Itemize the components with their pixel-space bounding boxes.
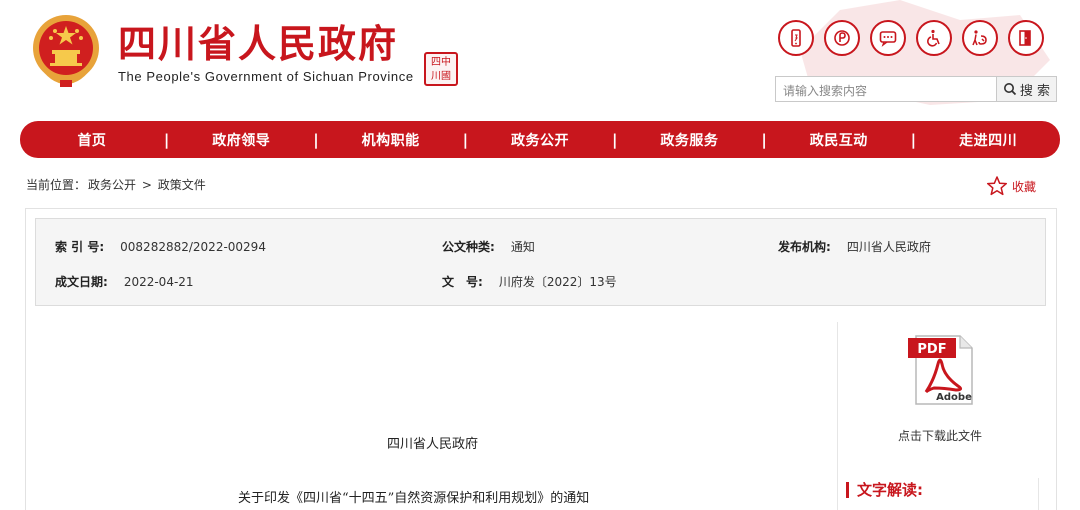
message-icon[interactable] <box>870 20 906 56</box>
meta-issuer-value: 四川省人民政府 <box>846 240 931 254</box>
search-input[interactable]: 请输入搜索内容 <box>775 76 997 102</box>
tool-icon-bar <box>778 20 1044 56</box>
meta-index-no: 索 引 号: 008282882/2022-00294 <box>55 238 266 255</box>
pdf-download-link[interactable]: 点击下载此文件 <box>898 427 982 444</box>
star-icon <box>986 176 1008 196</box>
nav-item-interaction[interactable]: 政民互动 <box>767 130 911 150</box>
pdf-text: PDF <box>917 342 946 357</box>
document-meta-panel: 索 引 号: 008282882/2022-00294 公文种类: 通知 发布机构:… <box>35 218 1046 306</box>
heading-accent-bar <box>846 481 849 498</box>
seal-logo: 四中 川國 <box>424 52 458 86</box>
exit-icon[interactable] <box>1008 20 1044 56</box>
search-icon <box>1003 83 1017 96</box>
breadcrumb: 当前位置： 政务公开 > 政策文件 <box>26 176 208 193</box>
meta-doc-no-label: 文 号: <box>442 275 483 289</box>
search-button[interactable]: 搜 索 <box>997 76 1057 102</box>
breadcrumb-prefix: 当前位置： <box>26 178 87 192</box>
meta-index-no-label: 索 引 号: <box>55 240 105 254</box>
sidebar-divider <box>837 322 838 510</box>
mobile-icon[interactable] <box>778 20 814 56</box>
document-issuer-line: 四川省人民政府 <box>387 437 479 452</box>
adobe-text: Adobe <box>936 392 972 403</box>
meta-date: 成文日期: 2022-04-21 <box>55 273 194 290</box>
favorite-button[interactable]: 收藏 <box>986 175 1036 197</box>
search-button-label: 搜 索 <box>1019 83 1051 99</box>
seal-line-2: 川國 <box>431 71 451 82</box>
nav-item-disclosure[interactable]: 政务公开 <box>468 130 612 150</box>
accessibility-icon[interactable] <box>916 20 952 56</box>
right-border <box>1038 478 1039 510</box>
meta-issuer: 发布机构: 四川省人民政府 <box>778 238 931 255</box>
favorite-label: 收藏 <box>1012 179 1037 194</box>
interpretation-heading: 文字解读: <box>846 479 923 500</box>
meta-doc-type-value: 通知 <box>510 240 535 254</box>
weibo-icon[interactable] <box>824 20 860 56</box>
seal-line-1: 四中 <box>431 57 451 68</box>
main-nav: 首页 | 政府领导 | 机构职能 | 政务公开 | 政务服务 | 政民互动 | … <box>20 121 1060 158</box>
breadcrumb-item-policy[interactable]: 政策文件 <box>158 178 206 192</box>
meta-issuer-label: 发布机构: <box>778 240 831 254</box>
elderly-care-icon[interactable] <box>962 20 998 56</box>
site-subtitle: The People's Government of Sichuan Provi… <box>118 69 414 84</box>
nav-item-services[interactable]: 政务服务 <box>617 130 761 150</box>
document-title-line: 关于印发《四川省“十四五”自然资源保护和利用规划》的通知 <box>238 491 590 506</box>
meta-doc-type-label: 公文种类: <box>442 240 495 254</box>
national-emblem-icon <box>33 15 99 87</box>
meta-date-value: 2022-04-21 <box>123 275 194 289</box>
meta-doc-no: 文 号: 川府发〔2022〕13号 <box>442 273 617 290</box>
meta-doc-type: 公文种类: 通知 <box>442 238 535 255</box>
pdf-download-icon[interactable]: PDF Adobe <box>904 334 976 406</box>
nav-item-about-sichuan[interactable]: 走进四川 <box>916 130 1060 150</box>
meta-index-no-value: 008282882/2022-00294 <box>120 240 266 254</box>
site-header: 四川省人民政府 The People's Government of Sichu… <box>0 0 1080 118</box>
breadcrumb-separator: > <box>141 178 152 192</box>
meta-doc-no-value: 川府发〔2022〕13号 <box>498 275 617 289</box>
interpretation-label: 文字解读: <box>857 481 923 499</box>
nav-item-functions[interactable]: 机构职能 <box>319 130 463 150</box>
breadcrumb-item-disclosure[interactable]: 政务公开 <box>88 178 136 192</box>
site-title: 四川省人民政府 <box>118 22 399 66</box>
meta-date-label: 成文日期: <box>55 275 108 289</box>
nav-item-leaders[interactable]: 政府领导 <box>169 130 313 150</box>
nav-item-home[interactable]: 首页 <box>20 130 164 150</box>
